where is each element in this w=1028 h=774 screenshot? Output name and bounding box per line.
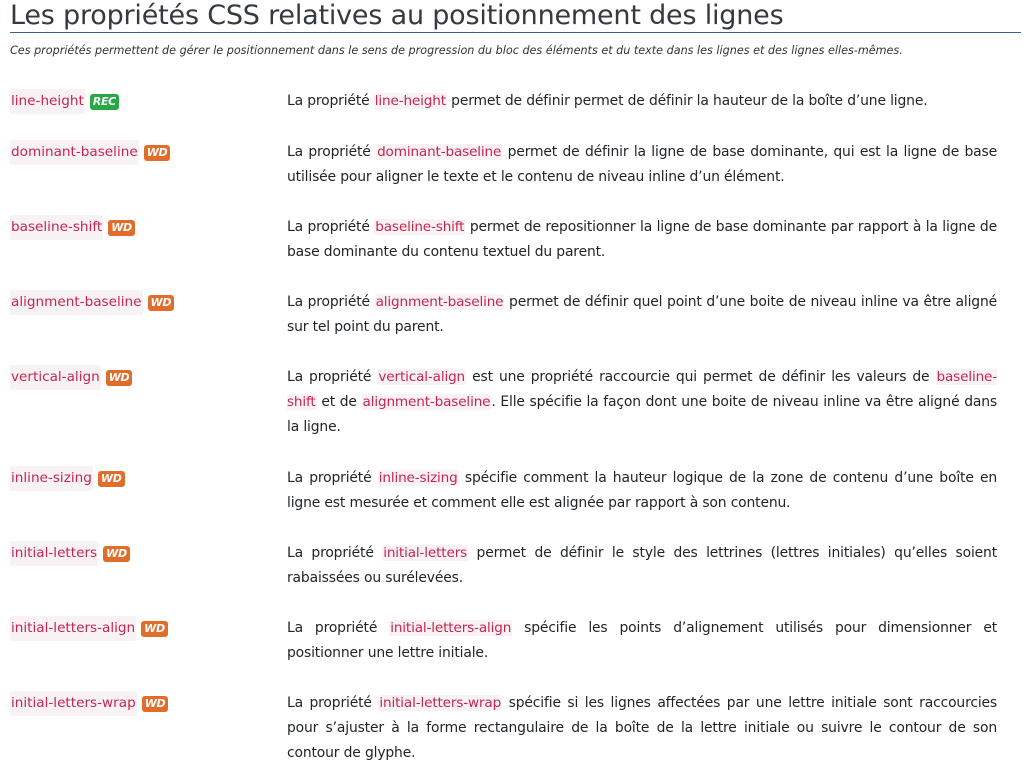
page-title: Les propriétés CSS relatives au position…	[10, 0, 1021, 33]
description-text: La propriété	[287, 219, 375, 235]
property-description: La propriété baseline-shift permet de re…	[287, 215, 997, 265]
description-text: et de	[316, 394, 362, 410]
property-link[interactable]: dominant-baseline	[10, 140, 139, 165]
inline-code: alignment-baseline	[361, 394, 492, 410]
inline-code: initial-letters-align	[389, 620, 513, 636]
property-name-cell: inline-sizing WD	[10, 466, 125, 491]
property-name-cell: vertical-align WD	[10, 365, 133, 390]
property-description: La propriété initial-letters-wrap spécif…	[287, 691, 997, 766]
property-link[interactable]: initial-letters	[10, 541, 99, 566]
inline-code: line-height	[373, 93, 447, 109]
property-name-cell: dominant-baseline WD	[10, 140, 171, 165]
property-name-cell: initial-letters-align WD	[10, 616, 168, 641]
status-badge: WD	[97, 470, 125, 487]
property-link[interactable]: inline-sizing	[10, 466, 93, 491]
description-text: La propriété	[287, 294, 375, 310]
inline-code: inline-sizing	[377, 470, 459, 486]
status-badge: WD	[147, 294, 175, 311]
property-description: La propriété dominant-baseline permet de…	[287, 140, 997, 190]
inline-code: initial-letters-wrap	[378, 695, 503, 711]
property-description: La propriété inline-sizing spécifie comm…	[287, 466, 997, 516]
description-text: La propriété	[287, 144, 377, 160]
property-name-cell: initial-letters WD	[10, 541, 130, 566]
property-link[interactable]: initial-letters-align	[10, 616, 137, 641]
inline-code: alignment-baseline	[374, 294, 505, 310]
inline-code: vertical-align	[377, 369, 467, 385]
description-text: La propriété	[287, 620, 390, 636]
property-link[interactable]: alignment-baseline	[10, 290, 143, 315]
property-link[interactable]: line-height	[10, 89, 85, 114]
description-text: La propriété	[287, 470, 378, 486]
inline-code: baseline-shift	[374, 219, 466, 235]
description-text: La propriété	[287, 369, 378, 385]
inline-code: dominant-baseline	[376, 144, 503, 160]
property-description: La propriété vertical-align est une prop…	[287, 365, 997, 440]
property-name-cell: baseline-shift WD	[10, 215, 135, 240]
description-text: La propriété	[287, 695, 379, 711]
description-text: est une propriété raccourcie qui permet …	[466, 369, 936, 385]
property-name-cell: line-height REC	[10, 89, 119, 114]
property-description: La propriété initial-letters-align spéci…	[287, 616, 997, 666]
property-description: La propriété initial-letters permet de d…	[287, 541, 997, 591]
property-description: La propriété line-height permet de défin…	[287, 89, 997, 114]
status-badge: WD	[141, 620, 168, 637]
description-text: La propriété	[287, 545, 383, 561]
status-badge: REC	[89, 93, 119, 110]
status-badge: WD	[105, 369, 133, 386]
property-link[interactable]: initial-letters-wrap	[10, 691, 137, 716]
status-badge: WD	[141, 695, 169, 712]
inline-code: initial-letters	[382, 545, 469, 561]
description-text: La propriété	[287, 93, 374, 109]
property-name-cell: initial-letters-wrap WD	[10, 691, 169, 716]
page-subtitle: Ces propriétés permettent de gérer le po…	[10, 44, 903, 57]
status-badge: WD	[108, 219, 135, 236]
property-link[interactable]: baseline-shift	[10, 215, 104, 240]
description-text: permet de définir permet de définir la h…	[446, 93, 928, 109]
property-name-cell: alignment-baseline WD	[10, 290, 175, 315]
property-link[interactable]: vertical-align	[10, 365, 101, 390]
status-badge: WD	[143, 144, 171, 161]
property-description: La propriété alignment-baseline permet d…	[287, 290, 997, 340]
page: Les propriétés CSS relatives au position…	[0, 0, 1028, 774]
status-badge: WD	[103, 545, 130, 562]
